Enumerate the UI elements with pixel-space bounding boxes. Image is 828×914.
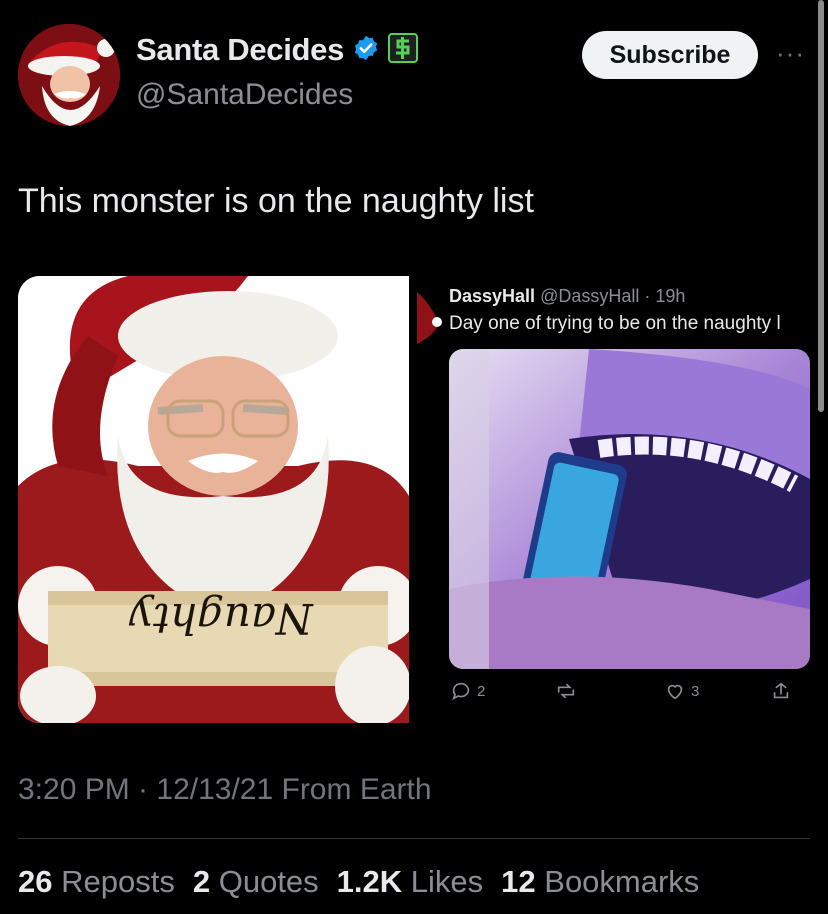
heart-icon bbox=[667, 684, 683, 700]
tweet-text: This monster is on the naughty list bbox=[18, 182, 534, 220]
quoted-like-action: 3 bbox=[664, 680, 699, 702]
bookmarks-stat[interactable]: 12 Bookmarks bbox=[501, 864, 699, 900]
author-name-row: Santa Decides bbox=[136, 32, 419, 68]
scrollbar[interactable] bbox=[818, 0, 824, 412]
quoted-avatar-fragment bbox=[417, 292, 442, 344]
santa-illustration bbox=[18, 276, 418, 723]
media-grid[interactable]: Naughty bbox=[18, 276, 810, 723]
likes-stat[interactable]: 1.2K Likes bbox=[337, 864, 483, 900]
affiliate-badge-icon[interactable] bbox=[388, 32, 419, 68]
mouth-phone-photo bbox=[449, 349, 810, 669]
quoted-share-action bbox=[770, 680, 792, 702]
post-timestamp[interactable]: 3:20 PM · 12/13/21 From Earth bbox=[18, 773, 432, 807]
quoted-author-meta: @DassyHall · 19h bbox=[540, 286, 686, 306]
santa-avatar-image bbox=[18, 24, 120, 126]
quoted-tweet-text: Day one of trying to be on the naughty l bbox=[449, 313, 781, 334]
author-handle[interactable]: @SantaDecides bbox=[136, 78, 353, 112]
repost-icon bbox=[557, 683, 575, 699]
reply-icon bbox=[452, 682, 470, 701]
quoted-tweet-screenshot[interactable] bbox=[409, 276, 810, 723]
verified-badge-icon[interactable] bbox=[352, 34, 380, 67]
share-icon bbox=[773, 682, 789, 699]
santa-naughty-image[interactable]: Naughty bbox=[18, 276, 418, 723]
quoted-reply-count: 2 bbox=[477, 682, 486, 700]
more-options-icon[interactable]: ··· bbox=[776, 38, 805, 69]
quoted-repost-action bbox=[555, 680, 577, 702]
quoted-tweet-header: DassyHall @DassyHall · 19h bbox=[449, 286, 685, 307]
quoted-author-name: DassyHall bbox=[449, 286, 536, 306]
author-name[interactable]: Santa Decides bbox=[136, 32, 344, 68]
engagement-stats: 26 Reposts 2 Quotes 1.2K Likes 12 Bookma… bbox=[18, 864, 699, 900]
author-avatar[interactable] bbox=[18, 24, 120, 126]
quoted-like-count: 3 bbox=[691, 682, 700, 700]
quoted-media-image[interactable] bbox=[449, 349, 810, 669]
subscribe-button[interactable]: Subscribe bbox=[582, 31, 758, 79]
quoted-reply-action: 2 bbox=[450, 680, 485, 702]
scroll-naughty-text: Naughty bbox=[129, 594, 313, 643]
reposts-stat[interactable]: 26 Reposts bbox=[18, 864, 175, 900]
divider bbox=[18, 838, 810, 839]
quotes-stat[interactable]: 2 Quotes bbox=[193, 864, 319, 900]
